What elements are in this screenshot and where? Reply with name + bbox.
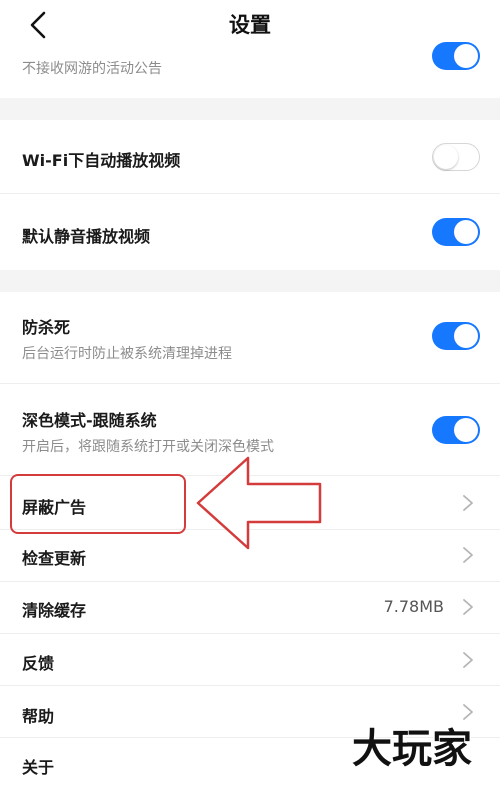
settings-row-anti-kill[interactable]: 防杀死 后台运行时防止被系统清理掉进程 [0,292,500,384]
wifi-autoplay-toggle[interactable] [432,143,480,171]
toggle-knob [454,220,478,244]
settings-row-activity-notice: 不接收网游的活动公告 [0,42,500,98]
dark-mode-toggle[interactable] [432,416,480,444]
section-divider [0,98,500,120]
toggle-knob [454,418,478,442]
help-label: 帮助 [22,707,55,726]
settings-row-clear-cache[interactable]: 清除缓存 7.78MB [0,582,500,634]
anti-kill-subtitle: 后台运行时防止被系统清理掉进程 [22,346,232,362]
toggle-knob [434,145,458,169]
anti-kill-label: 防杀死 [22,318,71,337]
settings-row-wifi-autoplay[interactable]: Wi-Fi下自动播放视频 [0,120,500,194]
chevron-right-icon [463,495,473,511]
navigation-bar: 设置 [0,0,500,50]
settings-row-feedback[interactable]: 反馈 [0,634,500,686]
activity-notice-toggle[interactable] [432,42,480,70]
feedback-label: 反馈 [22,654,55,673]
clear-cache-label: 清除缓存 [22,601,87,620]
anti-kill-toggle[interactable] [432,322,480,350]
mute-autoplay-toggle[interactable] [432,218,480,246]
check-update-label: 检查更新 [22,549,87,568]
watermark-text: 大玩家 [352,726,472,772]
chevron-right-icon [463,652,473,668]
dark-mode-subtitle: 开启后，将跟随系统打开或关闭深色模式 [22,439,274,455]
toggle-knob [454,324,478,348]
highlight-box [10,474,186,534]
dark-mode-label: 深色模式-跟随系统 [22,411,157,430]
activity-notice-subtitle: 不接收网游的活动公告 [22,61,162,77]
cache-size-value: 7.78MB [383,597,444,616]
toggle-knob [454,44,478,68]
wifi-autoplay-label: Wi-Fi下自动播放视频 [22,151,181,170]
chevron-right-icon [463,599,473,615]
watermark-logo: 大玩家 [351,725,474,774]
page-title: 设置 [229,13,271,37]
about-label: 关于 [22,758,55,777]
chevron-right-icon [463,547,473,563]
mute-autoplay-label: 默认静音播放视频 [22,227,151,246]
settings-row-mute-autoplay[interactable]: 默认静音播放视频 [0,194,500,270]
pointer-arrow-icon [196,456,322,550]
section-divider [0,270,500,292]
